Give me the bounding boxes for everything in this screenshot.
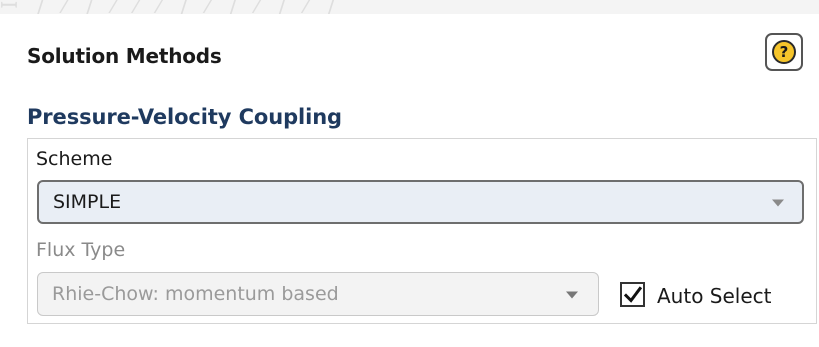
flux-type-selected-value: Rhie-Chow: momentum based [52,283,339,305]
next-section-heading-cut [27,338,34,347]
help-icon: ? [772,40,796,64]
flux-type-label: Flux Type [36,239,126,261]
background-strip: ꟷ ∕ ⁄ ∕ ⁄ ⁄ ⁄ ∕ ⁄ ∕ ⁄ ∕ ⁄ ∕ [0,0,819,14]
chevron-down-icon [566,291,578,299]
check-icon [623,285,642,303]
auto-select-checkbox[interactable] [620,282,645,307]
section-heading-pressure-velocity: Pressure-Velocity Coupling [27,105,342,129]
scheme-selected-value: SIMPLE [53,191,122,213]
help-button[interactable]: ? [765,33,803,71]
panel-title: Solution Methods [27,44,222,68]
scheme-dropdown[interactable]: SIMPLE [37,180,804,224]
chevron-down-icon [772,199,784,207]
flux-type-dropdown[interactable]: Rhie-Chow: momentum based [37,272,599,316]
auto-select-label[interactable]: Auto Select [657,284,772,308]
scheme-label: Scheme [36,148,113,170]
